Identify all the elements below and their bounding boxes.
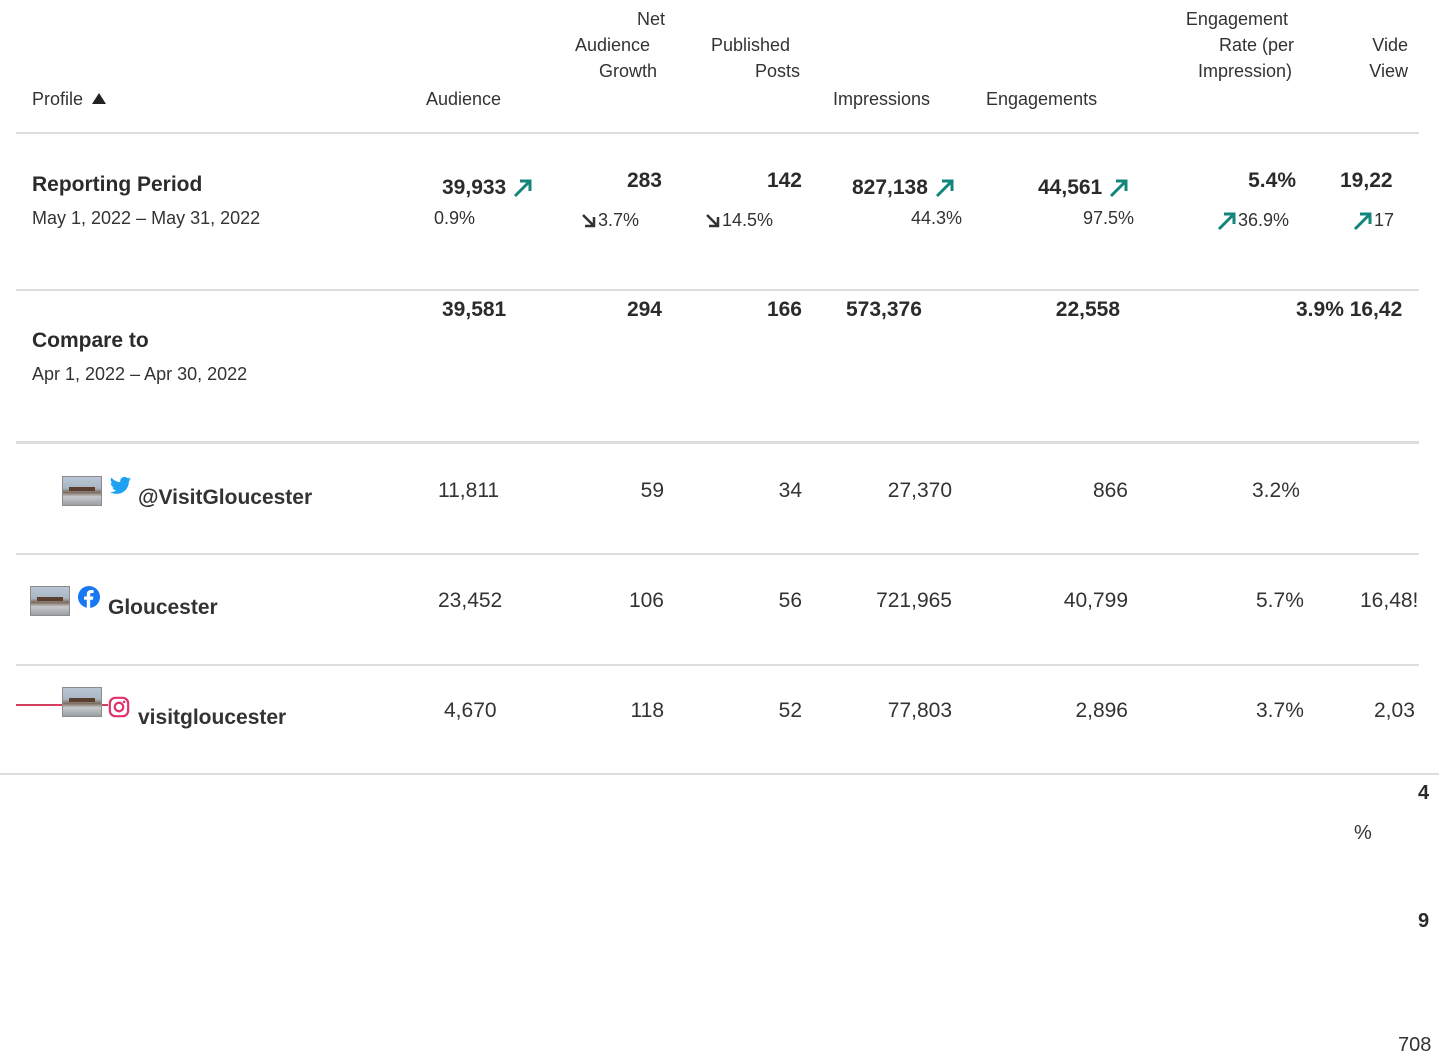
header-net-line-1: Net [636,9,665,29]
reporting-rate-change-value: 36.9% [1238,210,1290,230]
reporting-net-growth-change-value: 3.7% [598,210,640,230]
compare-impressions: 573,376 [846,298,922,321]
reporting-posts: 142 [766,169,802,192]
compare-posts: 166 [766,298,802,321]
compare-divider [16,441,1419,444]
header-engagements[interactable]: Engagements [986,86,1097,112]
compare-engagements: 22,558 [1055,298,1120,321]
sort-ascending-icon [92,93,107,104]
reporting-rate-change: 36.9% [1216,210,1289,232]
overflow-text: 708 [1398,1034,1432,1056]
header-profile[interactable]: Profile [32,86,107,112]
profile-impressions: 27,370 [887,479,952,502]
profile-rate: 5.7% [1256,589,1304,612]
table-bottom-divider [0,773,1439,775]
profile-rate: 3.2% [1252,479,1300,502]
arrow-up-icon [1108,176,1130,199]
reporting-video-change: 17 [1352,210,1394,232]
header-published-posts[interactable]: Published Posts [690,32,800,84]
instagram-icon [108,696,130,723]
reporting-audience-change: 0.9% [434,208,476,228]
reporting-audience: 39,933 [442,176,534,200]
arrow-up-icon [1352,210,1374,231]
overflow-text: 4 [1418,782,1430,804]
profile-audience: 4,670 [444,699,497,722]
header-impressions[interactable]: Impressions [833,86,930,112]
profile-name[interactable]: visitgloucester [138,706,286,730]
twitter-icon [109,476,132,501]
header-video-views[interactable]: Vide View [1350,32,1408,84]
row-divider [16,664,1419,666]
reporting-net-growth-change: 3.7% [580,210,639,231]
compare-rate-video: 3.9% 16,42 [1296,298,1403,321]
header-rate-line-1: Engagement [1185,9,1288,29]
reporting-impressions-change: 44.3% [910,208,962,228]
header-rate-line-3: Impression) [1197,61,1292,81]
profile-name[interactable]: Gloucester [108,596,218,620]
header-net-line-3: Growth [598,61,657,81]
header-net-audience-growth[interactable]: Net Audience Growth [540,6,665,84]
profile-posts: 56 [778,589,802,612]
overflow-text: 9 [1418,910,1430,932]
profile-net-growth: 118 [630,699,664,722]
profile-audience: 23,452 [438,589,503,612]
header-divider [16,132,1419,134]
header-engagement-rate[interactable]: Engagement Rate (per Impression) [1150,6,1294,84]
reporting-posts-change: 14.5% [704,210,773,231]
header-video-line-1: Vide [1372,35,1408,55]
profile-avatar [62,687,102,717]
header-posts-line-2: Posts [754,61,800,81]
overflow-text: % [1354,822,1372,844]
reporting-divider [16,289,1419,291]
reporting-impressions: 827,138 [852,176,956,200]
header-posts-line-1: Published [710,35,790,55]
arrow-up-icon [512,176,534,199]
reporting-engagements-value: 44,561 [1038,176,1103,199]
profile-rate: 3.7% [1256,699,1304,722]
profile-impressions: 77,803 [887,699,952,722]
facebook-icon [78,586,100,613]
reporting-posts-change-value: 14.5% [722,210,774,230]
profile-engagements: 2,896 [1075,699,1128,722]
header-video-line-2: View [1369,61,1408,81]
profile-avatar [62,476,102,506]
reporting-impressions-value: 827,138 [852,176,928,199]
profile-video: 2,03 [1374,699,1415,722]
reporting-period-label: Reporting Period [32,173,203,196]
profile-engagements: 866 [1092,479,1128,502]
header-rate-line-2: Rate (per [1218,35,1294,55]
compare-net-growth: 294 [626,298,662,321]
profile-engagements: 40,799 [1063,589,1128,612]
compare-dates: Apr 1, 2022 – Apr 30, 2022 [32,364,248,384]
reporting-audience-value: 39,933 [442,176,507,199]
compare-label: Compare to [32,329,149,352]
compare-audience: 39,581 [442,298,507,321]
profile-posts: 52 [778,699,802,722]
row-divider [16,553,1419,555]
reporting-video: 19,22 [1340,169,1393,192]
arrow-down-icon [580,210,598,230]
reporting-video-change-value: 17 [1374,210,1395,230]
profile-posts: 34 [778,479,802,502]
header-profile-label: Profile [32,89,84,109]
reporting-period-dates: May 1, 2022 – May 31, 2022 [32,208,261,228]
reporting-engagements: 44,561 [1038,176,1130,200]
reporting-rate: 5.4% [1248,169,1296,192]
reporting-net-growth: 283 [626,169,662,192]
profile-net-growth: 59 [640,479,664,502]
arrow-down-icon [704,210,722,230]
profile-avatar [30,586,70,616]
profile-video: 16,48! [1360,589,1419,612]
header-audience[interactable]: Audience [426,86,501,112]
header-net-line-2: Audience [574,35,650,55]
profile-audience: 11,811 [438,479,500,502]
reporting-engagements-change: 97.5% [1082,208,1134,228]
profile-impressions: 721,965 [876,589,952,612]
profile-net-growth: 106 [628,589,664,612]
arrow-up-icon [1216,210,1238,231]
arrow-up-icon [934,176,956,199]
profile-name[interactable]: @VisitGloucester [138,486,312,510]
